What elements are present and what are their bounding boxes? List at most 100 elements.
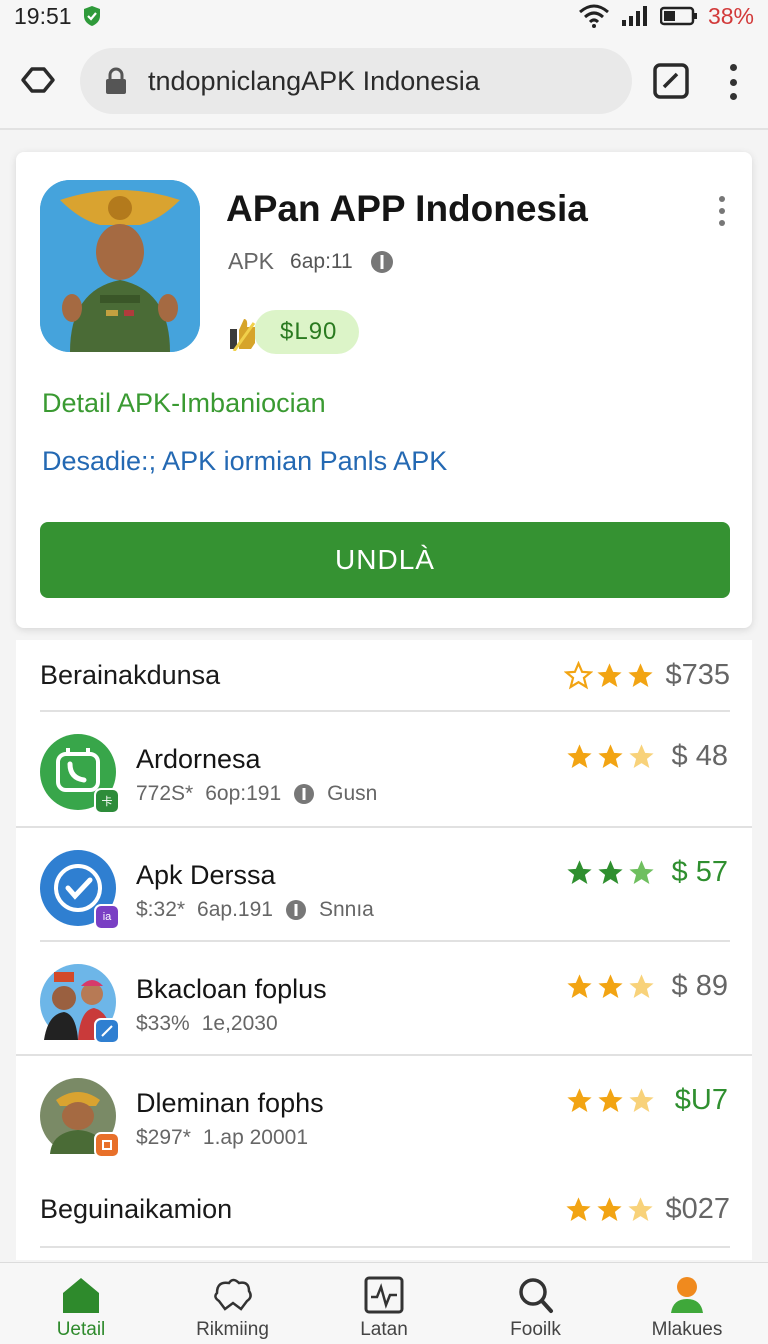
signal-icon — [621, 6, 647, 26]
soldier-app-icon — [40, 1078, 120, 1158]
phone-app-icon: 卡 — [40, 734, 120, 814]
lock-icon — [106, 67, 126, 94]
divider — [40, 1246, 730, 1248]
app-meta: APK 6ap:11 — [228, 248, 395, 275]
star-icon — [567, 1088, 592, 1112]
nav-label: Mlakues — [651, 1319, 723, 1340]
section-header[interactable]: Beguinaikamion $027 — [40, 1174, 730, 1244]
section-title: Berainakdunsa — [40, 659, 221, 690]
meta-version: 6op:191 — [205, 782, 282, 805]
star-half-icon — [629, 744, 654, 768]
meta-size: $33% — [136, 1012, 190, 1035]
meta-size: 772S* — [136, 782, 194, 805]
nav-item-profile[interactable]: Mlakues — [612, 1263, 762, 1344]
app-meta: 772S* 6op:191 Gusn — [136, 782, 377, 806]
app-price: $U7 — [674, 1084, 728, 1116]
nav-label: Latan — [360, 1319, 408, 1340]
star-rating — [565, 742, 656, 771]
row-rating: $ 48 — [565, 740, 728, 773]
url-text: tndopniclangAPK Indonesia — [148, 65, 480, 96]
row-badge — [94, 1018, 120, 1044]
star-icon — [597, 1196, 623, 1221]
home-icon — [63, 1278, 99, 1313]
puzzle-icon — [213, 1278, 252, 1311]
meta-author: Gusn — [327, 782, 378, 805]
divider — [40, 710, 730, 712]
app-type: APK — [228, 248, 275, 274]
app-more-button[interactable] — [716, 196, 728, 226]
check-app-icon: ia — [40, 850, 120, 930]
meta-size: $297* — [136, 1126, 191, 1149]
browser-menu-button[interactable] — [722, 64, 744, 100]
app-list: Berainakdunsa $735 卡 Ardornesa 772S* 6op… — [16, 640, 752, 1260]
star-icon — [566, 1196, 592, 1221]
nav-item-ranking[interactable]: Rikmiing — [158, 1263, 308, 1344]
divider — [16, 826, 752, 828]
nav-item-detail[interactable]: Uetail — [6, 1263, 156, 1344]
star-icon — [597, 662, 623, 687]
thumbs-up-icon — [230, 319, 256, 351]
star-half-icon — [629, 860, 654, 884]
shield-badge-icon — [285, 900, 306, 920]
search-icon — [518, 1278, 553, 1313]
price-row: $L90 — [228, 310, 360, 354]
app-meta: $297* 1.ap 20001 — [136, 1126, 308, 1150]
star-rating — [564, 660, 655, 690]
star-rating — [565, 858, 656, 887]
star-icon — [598, 1088, 623, 1112]
divider — [40, 940, 730, 942]
star-half-icon — [629, 1088, 654, 1112]
battery-percent: 38% — [707, 2, 754, 29]
url-bar[interactable]: tndopniclangAPK Indonesia — [80, 48, 632, 114]
row-badge — [94, 1132, 120, 1158]
row-rating: $U7 — [565, 1084, 728, 1117]
section-title: Beguinaikamion — [40, 1193, 233, 1224]
app-price: $ 57 — [671, 856, 728, 888]
app-name: Ardornesa — [136, 744, 261, 774]
list-item[interactable]: 卡 Ardornesa 772S* 6op:191 Gusn $ 48 — [40, 716, 752, 826]
star-icon — [567, 974, 592, 998]
section-price: $027 — [665, 1192, 730, 1225]
install-button[interactable]: UNDLÀ — [40, 522, 730, 598]
star-icon — [567, 860, 592, 884]
shield-check-icon — [83, 6, 100, 26]
star-icon — [598, 744, 623, 768]
bottom-navigation: Uetail Rikmiing Latan Fooilk Mlakues — [0, 1262, 768, 1344]
meta-size: $:32* — [136, 898, 186, 921]
star-half-icon — [629, 974, 654, 998]
app-meta: $33% 1e,2030 — [136, 1012, 278, 1036]
app-version: 6ap:11 — [290, 249, 353, 273]
app-meta: $:32* 6ap.191 Snnıa — [136, 898, 374, 922]
profile-icon — [671, 1277, 703, 1313]
row-badge: 卡 — [94, 788, 120, 814]
status-bar: 19:51 38% — [0, 0, 768, 32]
list-item[interactable]: Dlеminan fophs $297* 1.ap 20001 $U7 — [40, 1060, 752, 1170]
wifi-icon — [578, 4, 609, 28]
description-link[interactable]: Desadie:; APK iormian Panls APK — [42, 446, 447, 477]
chart-icon — [364, 1276, 404, 1314]
section-header[interactable]: Berainakdunsa $735 — [40, 640, 730, 710]
row-rating: $ 57 — [565, 856, 728, 889]
tabs-icon[interactable] — [652, 62, 690, 100]
list-item[interactable]: Bkacloan foplus $33% 1e,2030 $ 89 — [40, 946, 752, 1056]
shield-badge-icon — [294, 784, 315, 804]
shield-badge-icon — [370, 250, 393, 273]
app-name: Apk Derssa — [136, 860, 276, 890]
divider — [16, 1054, 752, 1056]
meta-version: 1.ap 20001 — [202, 1126, 308, 1149]
star-icon — [567, 744, 592, 768]
soldier-app-icon — [40, 180, 200, 352]
nav-item-latest[interactable]: Latan — [309, 1263, 459, 1344]
meta-version: 6ap.191 — [197, 898, 273, 921]
detail-link[interactable]: Detail APK-Imbaniocian — [42, 388, 326, 419]
nav-item-search[interactable]: Fooilk — [461, 1263, 611, 1344]
home-button[interactable] — [18, 62, 58, 98]
app-detail-card: APan APP Indonesia APK 6ap:11 $L90 Detai… — [16, 152, 752, 628]
list-item[interactable]: ia Apk Derssa $:32* 6ap.191 Snnıa $ 57 — [40, 832, 752, 942]
price-badge[interactable]: $L90 — [254, 310, 360, 354]
nav-label: Rikmiing — [196, 1319, 269, 1340]
star-rating — [565, 1086, 656, 1115]
row-rating: $ 89 — [565, 970, 728, 1003]
nav-label: Uetail — [56, 1319, 106, 1340]
app-name: Bkacloan foplus — [136, 974, 327, 1004]
